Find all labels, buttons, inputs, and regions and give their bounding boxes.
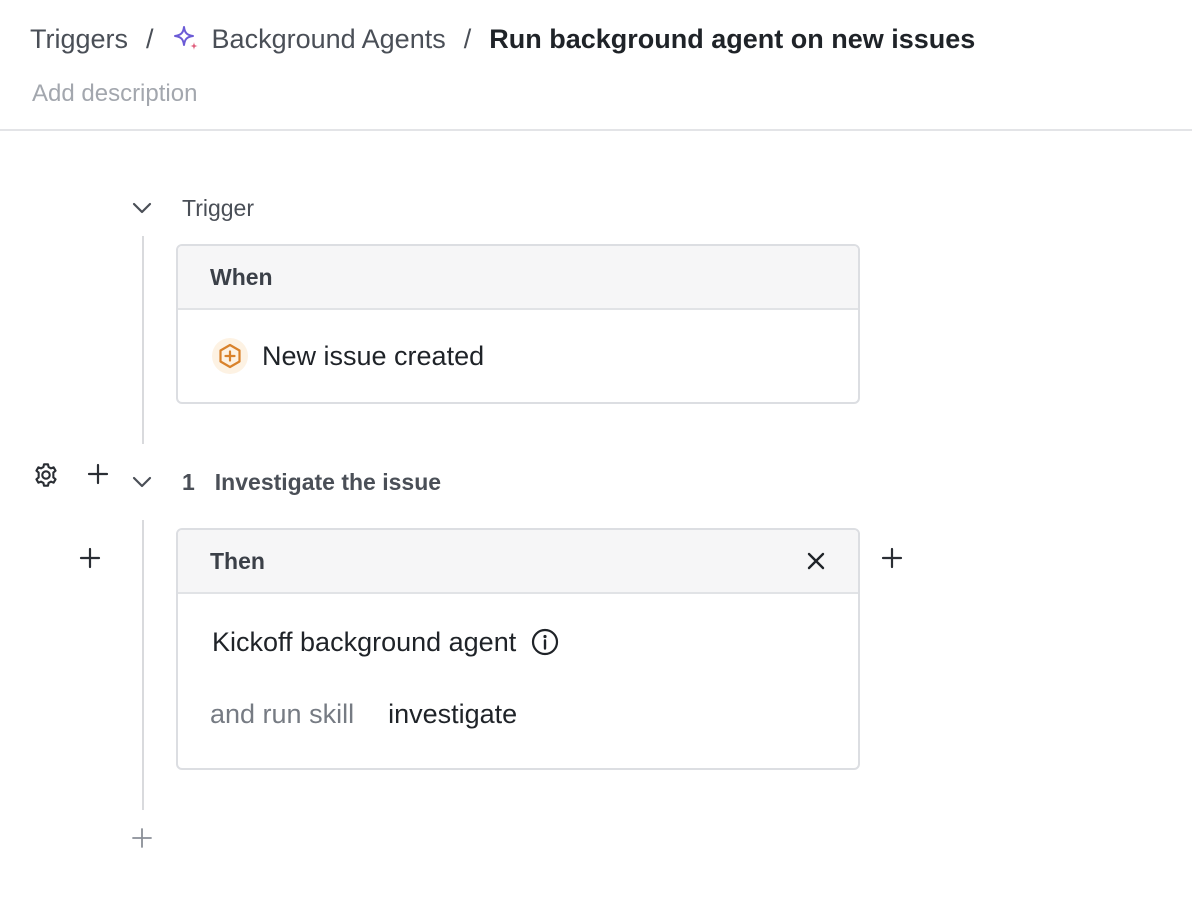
action-card-header-label: Then [210, 547, 265, 574]
add-description-input[interactable]: Add description [32, 80, 197, 108]
add-step-left-plus-icon[interactable] [76, 544, 104, 572]
step-settings-gear-icon[interactable] [30, 459, 62, 491]
remove-action-close-icon[interactable] [802, 547, 830, 575]
sparkle-icon [172, 24, 202, 54]
trigger-collapse-chevron-icon[interactable] [130, 196, 154, 220]
breadcrumb: Triggers / Background Agents / Run backg… [30, 20, 975, 58]
add-step-right-plus-icon[interactable] [878, 544, 906, 572]
action-row[interactable]: Kickoff background agent [178, 622, 858, 662]
page-header: Triggers / Background Agents / Run backg… [0, 0, 1192, 131]
trigger-card: When New issue created [176, 244, 860, 404]
skill-value[interactable]: investigate [388, 699, 517, 730]
step-number: 1 [182, 469, 195, 495]
trigger-event-row[interactable]: New issue created [178, 310, 858, 402]
add-step-below-plus-icon[interactable] [130, 826, 154, 850]
skill-row: and run skill investigate [178, 694, 858, 734]
add-step-above-plus-icon[interactable] [84, 460, 112, 488]
skill-prefix-label: and run skill [210, 698, 355, 729]
trigger-section-title: Trigger [182, 195, 254, 221]
breadcrumb-background-agents[interactable]: Background Agents [212, 24, 446, 55]
action-card-header: Then [178, 530, 858, 594]
step-title-label[interactable]: Investigate the issue [215, 469, 441, 495]
action-card: Then Kickoff background agent and run sk… [176, 528, 860, 770]
step-title: 1 Investigate the issue [182, 469, 441, 496]
breadcrumb-separator: / [146, 23, 154, 54]
breadcrumb-separator: / [463, 23, 472, 54]
trigger-rail [142, 236, 144, 444]
page-title[interactable]: Run background agent on new issues [489, 24, 975, 55]
plus-hexagon-icon [212, 338, 248, 374]
step-collapse-chevron-icon[interactable] [130, 470, 154, 494]
trigger-event-label: New issue created [262, 340, 485, 371]
step-rail [142, 520, 144, 810]
action-label: Kickoff background agent [212, 626, 517, 657]
trigger-card-header: When [178, 246, 858, 310]
breadcrumb-triggers[interactable]: Triggers [30, 24, 128, 55]
info-icon[interactable] [530, 627, 560, 657]
